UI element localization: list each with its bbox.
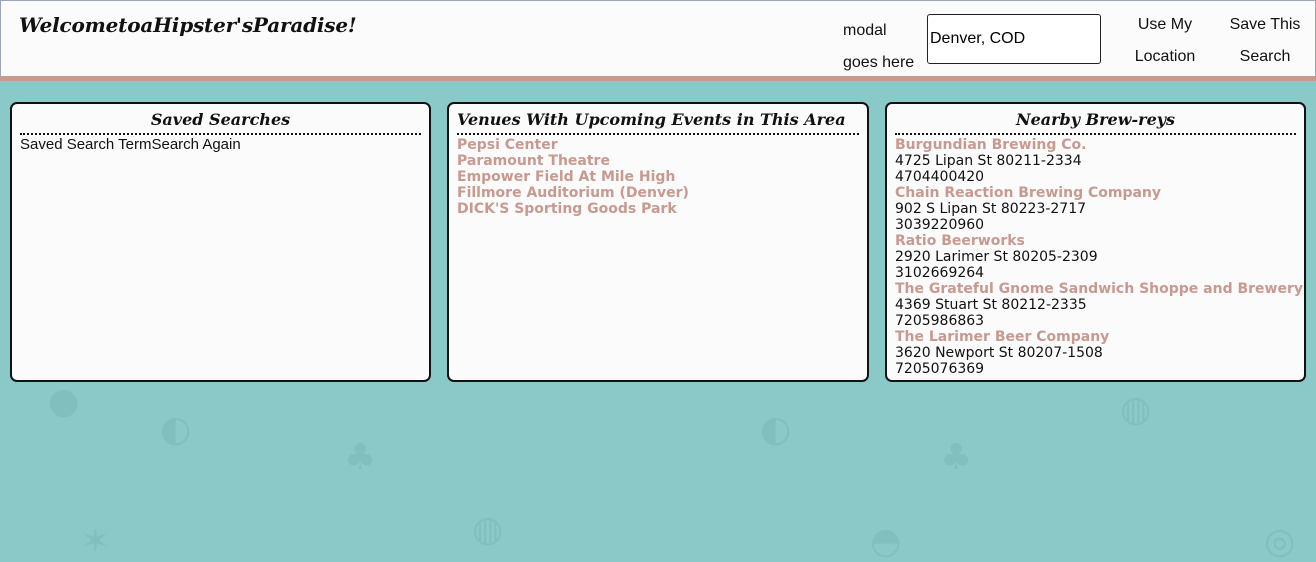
shell-icon: ◐	[760, 409, 792, 450]
melon-icon: ◓	[870, 521, 902, 562]
venue-link[interactable]: Paramount Theatre	[457, 153, 859, 169]
venue-link[interactable]: Pepsi Center	[457, 137, 859, 153]
save-this-search-button[interactable]: Save This Search	[1225, 9, 1305, 73]
saved-searches-title: Saved Searches	[20, 104, 421, 135]
location-input[interactable]	[927, 14, 1101, 64]
saved-searches-panel: Saved Searches Saved Search TermSearch A…	[10, 102, 431, 382]
brewery-address: 4725 Lipan St 80211-2334	[895, 153, 1082, 169]
brewery-name-link[interactable]: Ratio Beerworks	[895, 233, 1296, 249]
brewery-phone: 4704400420	[895, 169, 985, 185]
modal-line-1: modal	[843, 22, 887, 39]
venue-link[interactable]: DICK'S Sporting Goods Park	[457, 201, 859, 217]
brewery-phone: 3039220960	[895, 217, 985, 233]
grill-icon: ◍	[472, 509, 504, 550]
brewery-name-link[interactable]: The Grateful Gnome Sandwich Shoppe and B…	[895, 281, 1303, 297]
modal-placeholder: modal goes here	[843, 15, 923, 79]
brewery-name-link[interactable]: The Larimer Beer Company	[895, 329, 1296, 345]
brewery-address: 3620 Newport St 80207-1508	[895, 345, 1103, 361]
venues-title: Venues With Upcoming Events in This Area	[457, 104, 859, 135]
brewery-item: The Larimer Beer Company 3620 Newport St…	[895, 329, 1296, 377]
header-divider	[0, 76, 1316, 81]
breweries-panel: Nearby Brew-reys Burgundian Brewing Co. …	[885, 102, 1306, 382]
venue-link[interactable]: Empower Field At Mile High	[457, 169, 859, 185]
tree-icon: ♣	[940, 437, 973, 478]
breweries-title: Nearby Brew-reys	[895, 104, 1296, 135]
grill-icon: ◍	[1120, 389, 1152, 430]
brewery-item: Ratio Beerworks 2920 Larimer St 80205-23…	[895, 233, 1296, 281]
brewery-address: 2920 Larimer St 80205-2309	[895, 249, 1098, 265]
balloon-icon: ●	[48, 381, 80, 422]
brewery-item: The Grateful Gnome Sandwich Shoppe and B…	[895, 281, 1303, 329]
brewery-address: 4369 Stuart St 80212-2335	[895, 297, 1087, 313]
saved-search-item: Saved Search TermSearch Again	[20, 137, 421, 153]
brewery-phone: 7205076369	[895, 361, 985, 377]
brewery-name-link[interactable]: Chain Reaction Brewing Company	[895, 185, 1296, 201]
modal-line-2: goes here	[843, 54, 915, 71]
use-my-location-button[interactable]: Use My Location	[1125, 9, 1205, 73]
tree-icon: ♣	[344, 437, 377, 478]
brewery-phone: 3102669264	[895, 265, 985, 281]
site-header: WelcometoaHipster'sParadise! modal goes …	[0, 0, 1316, 77]
brewery-name-link[interactable]: Burgundian Brewing Co.	[895, 137, 1296, 153]
brewery-item: Burgundian Brewing Co. 4725 Lipan St 802…	[895, 137, 1296, 185]
shell-icon: ◐	[160, 409, 192, 450]
brewery-address: 902 S Lipan St 80223-2717	[895, 201, 1087, 217]
search-again-button[interactable]: Search Again	[151, 136, 240, 153]
venues-panel: Venues With Upcoming Events in This Area…	[447, 102, 869, 382]
venue-link[interactable]: Fillmore Auditorium (Denver)	[457, 185, 859, 201]
donut-icon: ◎	[1264, 521, 1296, 562]
brewery-phone: 7205986863	[895, 313, 985, 329]
brewery-item: Chain Reaction Brewing Company 902 S Lip…	[895, 185, 1296, 233]
saved-search-term: Saved Search Term	[20, 136, 152, 153]
pineapple-icon: ✶	[80, 521, 111, 562]
site-title: WelcometoaHipster'sParadise!	[19, 13, 357, 37]
